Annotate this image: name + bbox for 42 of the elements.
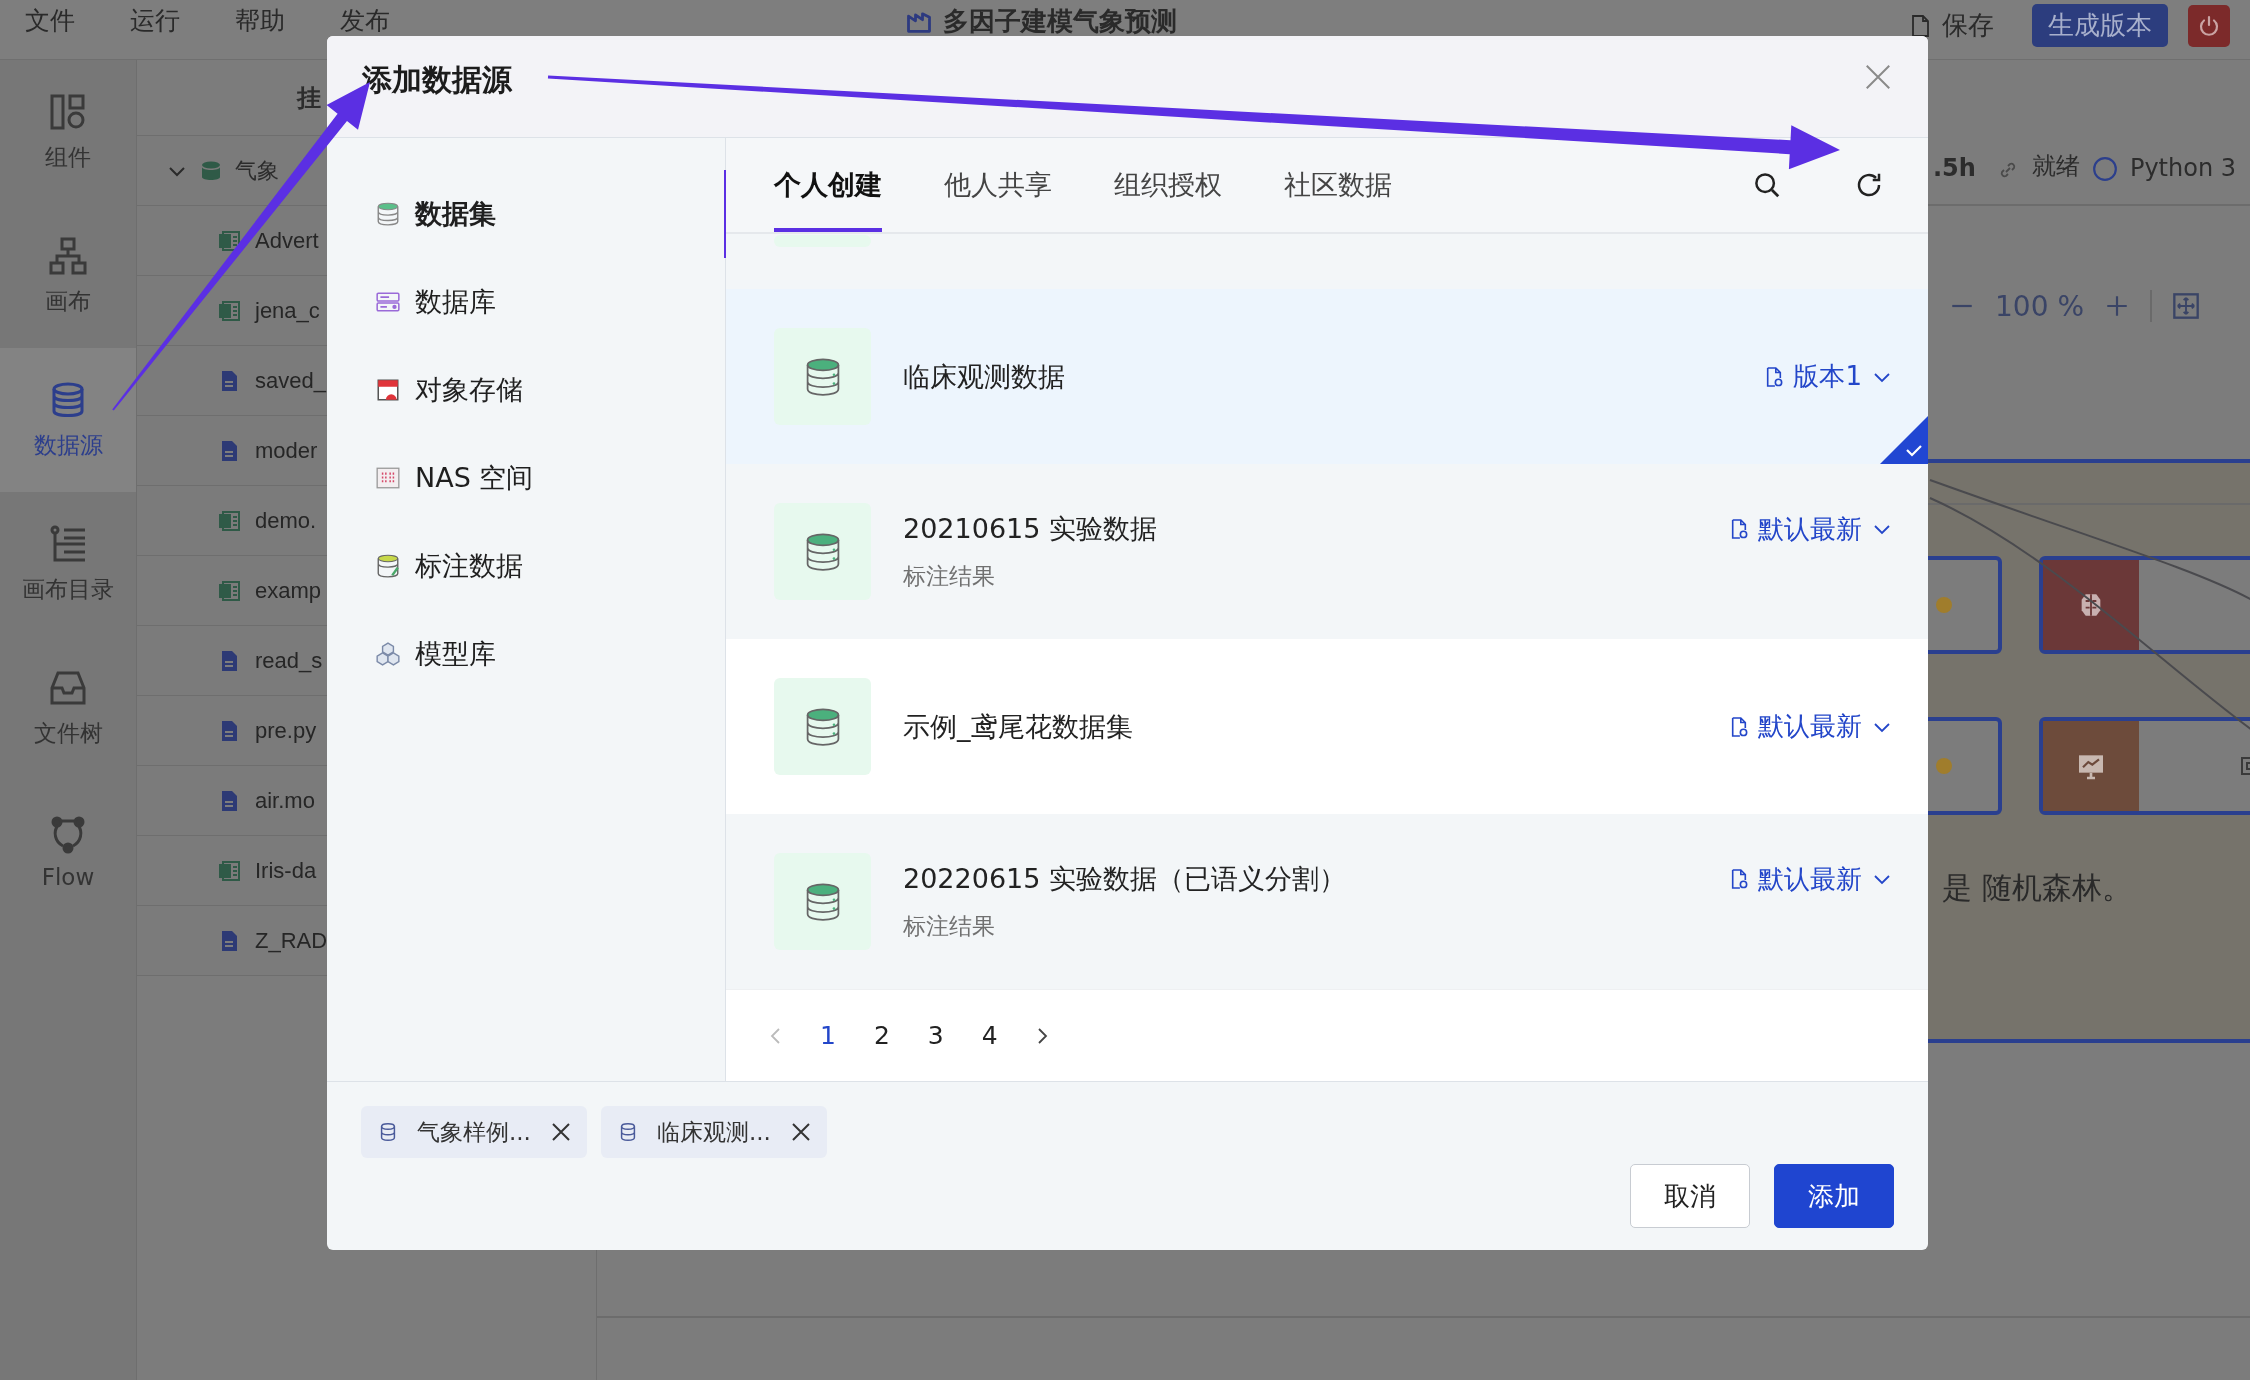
dataset-subtitle: 标注结果: [903, 562, 996, 591]
dataset-title: 临床观测数据: [903, 359, 1065, 394]
page-number[interactable]: 2: [869, 1021, 894, 1050]
canvas-text: 是 随机森林。: [1942, 869, 2132, 907]
chip-label: 临床观测...: [656, 1117, 771, 1147]
source-item[interactable]: 标注数据: [327, 522, 728, 610]
generate-version-button[interactable]: 生成版本: [2032, 4, 2168, 47]
kernel-label: Python 3: [2129, 154, 2236, 182]
source-item[interactable]: 模型库: [327, 610, 728, 698]
version-dropdown[interactable]: 默认最新: [1730, 709, 1892, 744]
page-number[interactable]: 4: [977, 1021, 1002, 1050]
runtime-label: .5h: [1933, 154, 1976, 182]
dataset-title: 示例_鸢尾花数据集: [903, 709, 1133, 744]
tab[interactable]: 他人共享: [944, 138, 1052, 232]
dataset-subtitle: 标注结果: [903, 912, 996, 941]
add-button[interactable]: 添加: [1774, 1164, 1894, 1228]
dataset-item[interactable]: 20220615 实验数据（已语义分割） 默认最新 标注结果: [726, 814, 1928, 989]
source-item[interactable]: 对象存储: [327, 346, 728, 434]
cancel-button[interactable]: 取消: [1630, 1164, 1750, 1228]
page-number[interactable]: 1: [816, 1021, 840, 1050]
menu-item[interactable]: 运行: [130, 4, 180, 37]
save-button[interactable]: 保存: [1910, 8, 1994, 43]
chip-label: 气象样例...: [417, 1117, 531, 1147]
menu-item[interactable]: 帮助: [235, 4, 285, 37]
status-label: 就绪: [2031, 151, 2080, 182]
tab[interactable]: 社区数据: [1284, 138, 1392, 232]
dataset-item[interactable]: 20210615 实验数据 默认最新 标注结果: [726, 464, 1928, 639]
menu-item[interactable]: 文件: [25, 4, 75, 37]
version-dropdown[interactable]: 默认最新: [1730, 861, 1892, 897]
zoom-level: 100 %: [1995, 289, 2084, 323]
source-item[interactable]: 数据库: [327, 258, 728, 346]
dataset-item[interactable]: 临床观测数据 版本1: [726, 289, 1928, 464]
project-title: 多因子建模气象预测: [943, 5, 1177, 38]
panel-header: 挂: [297, 82, 321, 114]
version-dropdown[interactable]: 版本1: [1765, 359, 1892, 394]
tab[interactable]: 组织授权: [1114, 138, 1222, 232]
page-number[interactable]: 3: [923, 1021, 948, 1050]
source-item[interactable]: NAS 空间: [327, 434, 728, 522]
version-dropdown[interactable]: 默认最新: [1730, 511, 1892, 547]
dataset-title: 20220615 实验数据（已语义分割）: [903, 862, 1346, 896]
dataset-title: 20210615 实验数据: [903, 512, 1157, 546]
menu-item[interactable]: 发布: [340, 4, 390, 37]
